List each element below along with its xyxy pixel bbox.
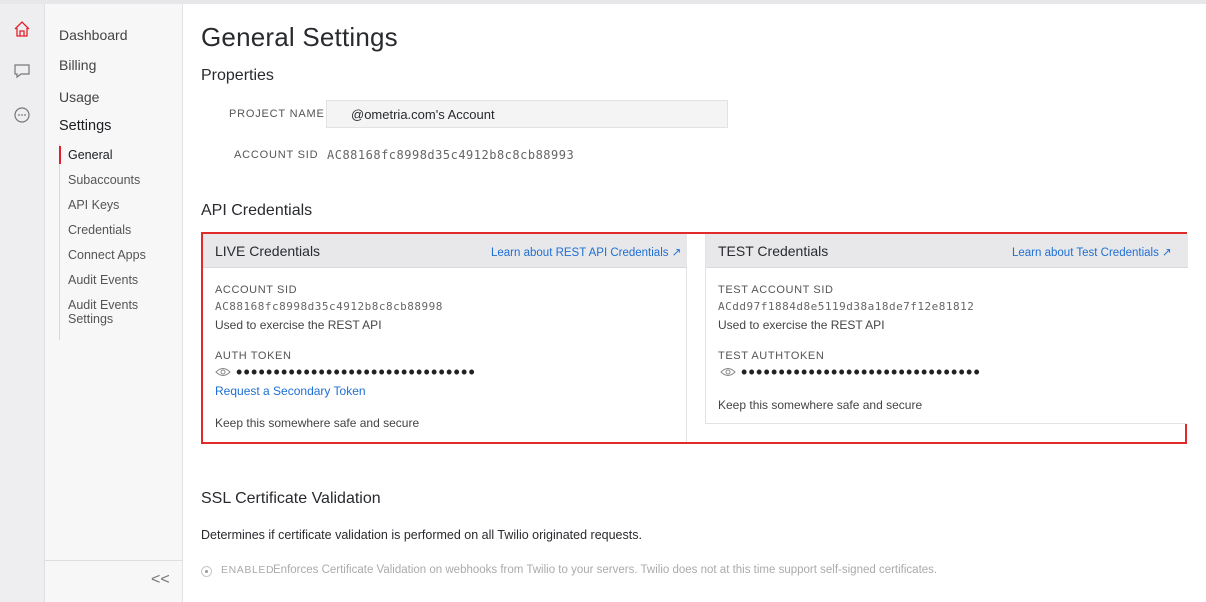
sub-item-connect-apps[interactable]: Connect Apps — [68, 248, 168, 262]
nav-item-dashboard[interactable]: Dashboard — [59, 27, 128, 43]
project-name-input[interactable]: @ometria.com's Account — [326, 100, 728, 128]
sub-item-credentials[interactable]: Credentials — [68, 223, 168, 237]
page-title: General Settings — [201, 22, 398, 52]
live-credentials-title: LIVE Credentials — [215, 243, 321, 259]
live-sid-label: ACCOUNT SID — [215, 284, 298, 296]
properties-title: Properties — [201, 67, 274, 84]
test-credentials-panel: TEST Credentials Learn about Test Creden… — [705, 234, 1188, 424]
settings-nav: Dashboard Billing Usage Settings General… — [45, 4, 183, 602]
ssl-enabled-label: ENABLED — [221, 564, 275, 576]
live-sid-value: AC88168fc8998d35c4912b8c8cb88998 — [215, 300, 443, 313]
test-authtoken-masked: •••••••••••••••••••••••••••••••• — [741, 362, 982, 382]
sub-item-subaccounts[interactable]: Subaccounts — [68, 173, 168, 187]
credentials-highlight: LIVE Credentials Learn about REST API Cr… — [201, 232, 1188, 444]
account-sid-value: AC88168fc8998d35c4912b8c8cb88993 — [327, 148, 575, 162]
live-credentials-panel: LIVE Credentials Learn about REST API Cr… — [203, 234, 687, 442]
nav-item-settings[interactable]: Settings — [59, 118, 111, 134]
api-credentials-title: API Credentials — [201, 202, 313, 219]
sub-item-general[interactable]: General — [68, 148, 168, 162]
chat-icon[interactable] — [11, 60, 33, 82]
sub-item-audit-events[interactable]: Audit Events — [68, 273, 168, 287]
ssl-enabled-radio[interactable] — [201, 566, 212, 577]
main-content: General Settings Properties PROJECT NAME… — [184, 4, 1206, 602]
sub-item-audit-events-settings[interactable]: Audit Events Settings — [68, 298, 168, 326]
auth-token-masked: •••••••••••••••••••••••••••••••• — [236, 362, 477, 382]
icon-rail — [0, 4, 45, 602]
test-panel-header: TEST Credentials Learn about Test Creden… — [706, 234, 1188, 268]
test-sid-value: ACdd97f1884d8e5119d38a18de7f12e81812 — [718, 300, 975, 313]
live-sid-help: Used to exercise the REST API — [215, 318, 382, 332]
nav-item-billing[interactable]: Billing — [59, 57, 96, 73]
test-credentials-title: TEST Credentials — [718, 243, 829, 259]
settings-sub-nav: General Subaccounts API Keys Credentials… — [59, 144, 169, 340]
ssl-title: SSL Certificate Validation — [201, 490, 381, 507]
auth-token-label: AUTH TOKEN — [215, 350, 292, 362]
test-sid-help: Used to exercise the REST API — [718, 318, 885, 332]
more-icon[interactable] — [11, 104, 33, 126]
account-sid-label: ACCOUNT SID — [234, 149, 319, 161]
collapse-icon[interactable]: << — [151, 571, 170, 589]
test-safe-note: Keep this somewhere safe and secure — [718, 398, 923, 412]
project-name-value: @ometria.com's Account — [351, 107, 495, 122]
test-sid-label: TEST ACCOUNT SID — [718, 284, 834, 296]
ssl-description: Determines if certificate validation is … — [201, 528, 642, 542]
rest-api-credentials-link[interactable]: Learn about REST API Credentials ↗ — [491, 245, 681, 259]
eye-icon[interactable] — [215, 366, 231, 378]
request-secondary-token-link[interactable]: Request a Secondary Token — [215, 384, 366, 398]
ssl-enabled-text: Enforces Certificate Validation on webho… — [273, 564, 938, 576]
eye-icon[interactable] — [720, 366, 736, 378]
live-safe-note: Keep this somewhere safe and secure — [215, 416, 420, 430]
test-authtoken-label: TEST AUTHTOKEN — [718, 350, 825, 362]
test-credentials-link[interactable]: Learn about Test Credentials ↗ — [1012, 245, 1172, 259]
sub-item-api-keys[interactable]: API Keys — [68, 198, 168, 212]
collapse-nav[interactable]: << — [45, 560, 183, 602]
nav-item-usage[interactable]: Usage — [59, 89, 99, 105]
project-name-label: PROJECT NAME — [229, 108, 325, 120]
home-icon[interactable] — [11, 18, 33, 40]
live-panel-header: LIVE Credentials Learn about REST API Cr… — [203, 234, 687, 268]
active-marker — [59, 146, 61, 164]
